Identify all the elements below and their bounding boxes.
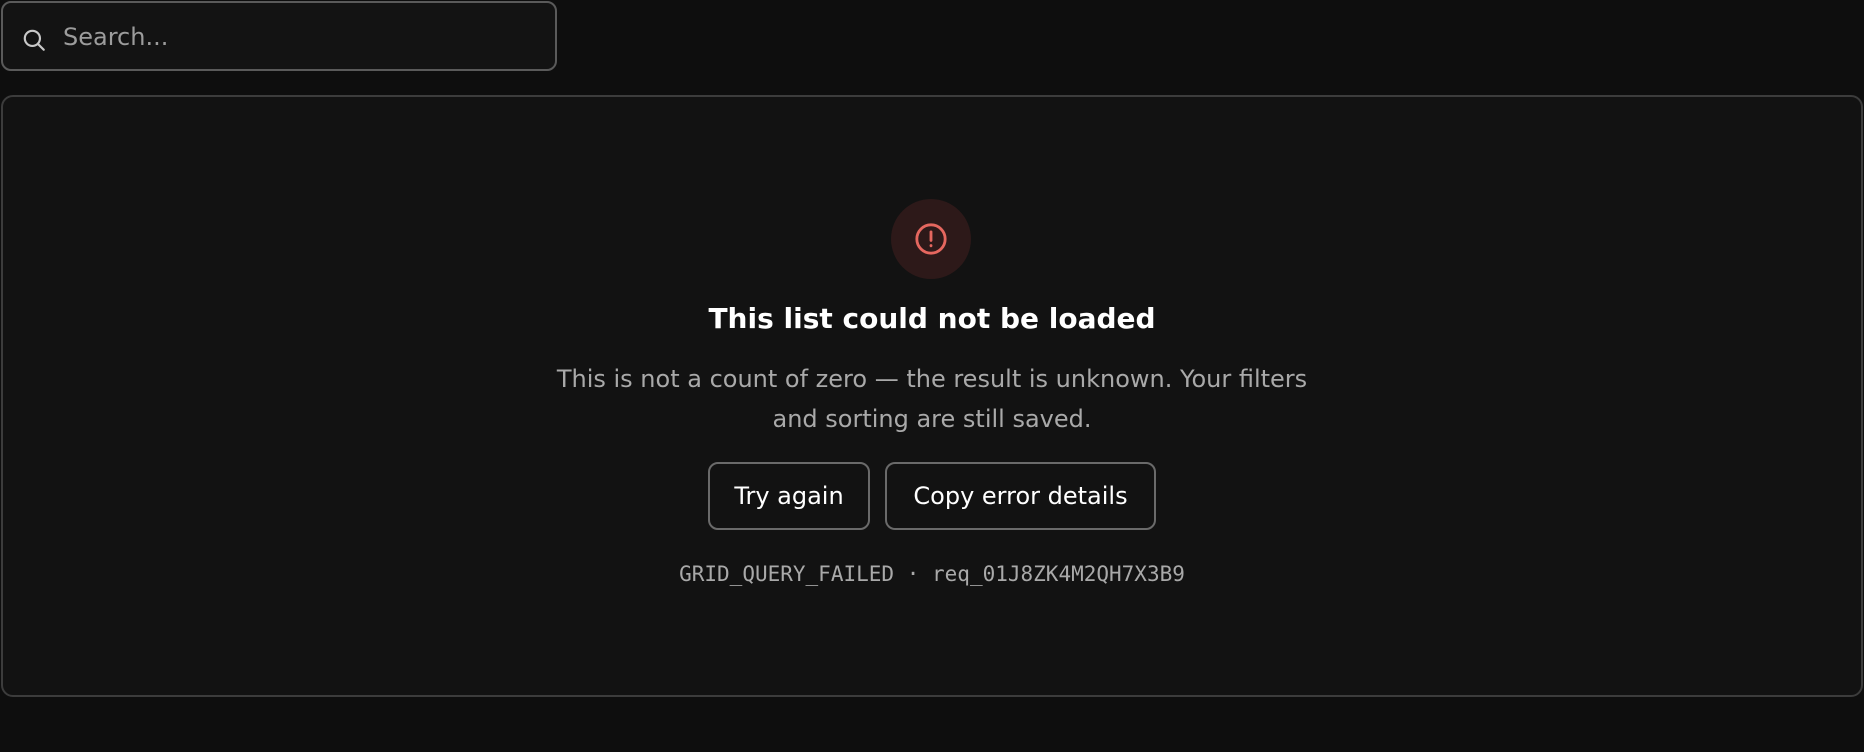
copy-error-details-button[interactable]: Copy error details	[885, 462, 1156, 530]
error-message: This is not a count of zero — the result…	[556, 365, 1308, 433]
error-reference: GRID_QUERY_FAILED · req_01J8ZK4M2QH7X3B9	[0, 558, 1864, 590]
error-code: GRID_QUERY_FAILED	[679, 562, 895, 586]
search-box[interactable]	[1, 1, 557, 71]
request-id: req_01J8ZK4M2QH7X3B9	[932, 562, 1185, 586]
error-separator: ·	[906, 562, 920, 586]
search-input[interactable]	[63, 13, 543, 61]
search-icon	[23, 29, 45, 51]
error-title: This list could not be loaded	[708, 302, 1156, 335]
error-badge	[891, 199, 971, 279]
try-again-button[interactable]: Try again	[708, 462, 870, 530]
alert-circle-icon	[915, 223, 947, 255]
